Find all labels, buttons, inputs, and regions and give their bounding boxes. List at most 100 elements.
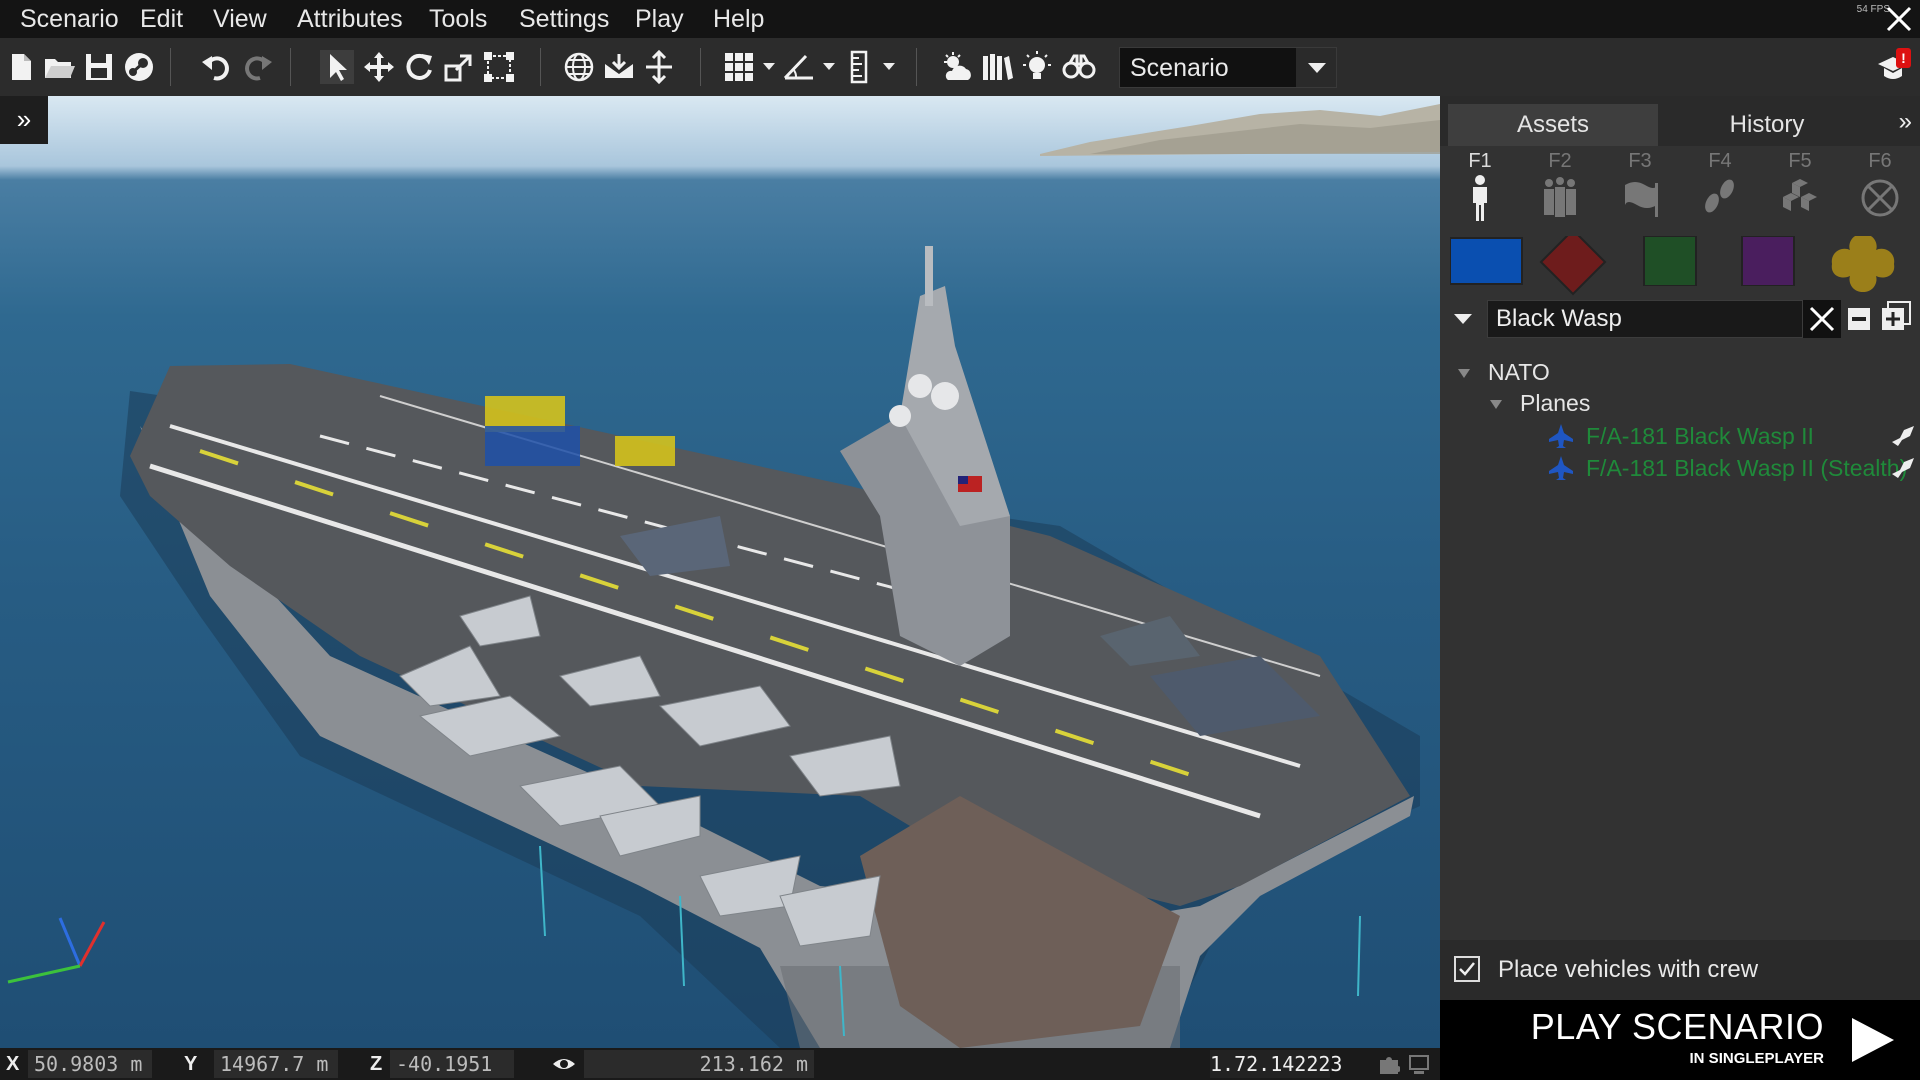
- chevron-down-icon[interactable]: [823, 63, 835, 70]
- chevron-down-icon[interactable]: [883, 63, 895, 70]
- status-bar: X 50.9803 m Y 14967.7 m Z -40.1951 m 213…: [0, 1048, 1440, 1080]
- weather-icon[interactable]: [940, 50, 974, 84]
- tree-category-label: Planes: [1520, 390, 1591, 416]
- vertical-icon[interactable]: [642, 49, 676, 85]
- toolbar-separator: [700, 48, 701, 86]
- tab-f2-groups[interactable]: F2: [1520, 146, 1600, 236]
- footsteps-icon: [1705, 179, 1734, 213]
- tab-f5-markers[interactable]: F5: [1760, 146, 1840, 236]
- chevron-down-icon[interactable]: [1446, 304, 1480, 334]
- flag-icon: [1625, 182, 1658, 217]
- play-scenario-button[interactable]: PLAY SCENARIO IN SINGLEPLAYER: [1440, 1000, 1920, 1080]
- lighting-icon[interactable]: [1020, 50, 1054, 84]
- crates-icon: [1783, 179, 1817, 211]
- assets-panel: Assets History » F1 F2 F3 F4 F5 F6 Black…: [1440, 96, 1920, 1000]
- ruler-icon[interactable]: [842, 50, 876, 84]
- open-folder-icon[interactable]: [42, 50, 76, 84]
- fkey-label: F2: [1548, 150, 1572, 172]
- menu-play[interactable]: Play: [627, 0, 692, 38]
- tab-f6-empty[interactable]: F6: [1840, 146, 1920, 236]
- menu-edit[interactable]: Edit: [132, 0, 191, 38]
- side-opfor-button[interactable]: [1536, 228, 1610, 296]
- crossed-circle-icon: [1861, 179, 1899, 217]
- surface-snap-icon[interactable]: [602, 50, 636, 84]
- mode-select[interactable]: Scenario: [1119, 47, 1337, 88]
- tab-f4-waypoints[interactable]: F4: [1680, 146, 1760, 236]
- new-file-icon[interactable]: [4, 50, 38, 84]
- z-coordinate-label: Z: [370, 1053, 383, 1075]
- crew-checkbox[interactable]: [1454, 956, 1480, 982]
- x-coordinate-value: 50.9803 m: [28, 1050, 152, 1078]
- tree-faction-nato[interactable]: NATO: [1458, 357, 1550, 387]
- toolbar-separator: [290, 48, 291, 86]
- menu-settings[interactable]: Settings: [511, 0, 617, 38]
- fkey-label: F1: [1468, 150, 1492, 172]
- axis-gizmo: [7, 917, 106, 984]
- close-icon[interactable]: [1882, 2, 1916, 36]
- area-icon[interactable]: [482, 50, 516, 84]
- group-icon: [1544, 177, 1576, 217]
- scene-viewport[interactable]: »: [0, 96, 1440, 1048]
- scene-render: [7, 104, 1440, 1048]
- menu-scenario[interactable]: Scenario: [12, 0, 127, 38]
- side-independent-button[interactable]: [1632, 235, 1706, 287]
- soldier-icon: [1473, 175, 1487, 221]
- side-blufor-button[interactable]: [1449, 236, 1524, 286]
- play-icon: [1848, 1016, 1896, 1064]
- close-icon[interactable]: [1803, 300, 1841, 338]
- tree-asset-item[interactable]: F/A-181 Black Wasp II (Stealth): [1440, 453, 1920, 483]
- y-coordinate-value: 14967.7 m: [214, 1050, 338, 1078]
- menu-tools[interactable]: Tools: [421, 0, 495, 38]
- x-coordinate-label: X: [6, 1053, 20, 1075]
- globe-icon[interactable]: [562, 50, 596, 84]
- crew-option-row: Place vehicles with crew: [1440, 940, 1920, 1000]
- menu-attributes[interactable]: Attributes: [289, 0, 411, 38]
- puzzle-icon[interactable]: [1378, 1054, 1401, 1076]
- side-empty-button[interactable]: [1826, 234, 1900, 292]
- menu-bar: Scenario Edit View Attributes Tools Sett…: [0, 0, 1920, 38]
- chevron-down-icon[interactable]: [1458, 369, 1470, 379]
- side-civilian-button[interactable]: [1730, 235, 1804, 287]
- alert-badge: !: [1896, 48, 1911, 68]
- tree-asset-label: F/A-181 Black Wasp II: [1586, 423, 1814, 449]
- play-scenario-title: PLAY SCENARIO: [1530, 1006, 1824, 1047]
- chevron-down-icon[interactable]: [1296, 48, 1336, 87]
- select-icon[interactable]: [320, 50, 354, 84]
- grid-icon[interactable]: [722, 50, 756, 84]
- chevron-down-icon[interactable]: [763, 63, 775, 70]
- tree-category-planes[interactable]: Planes: [1490, 388, 1590, 418]
- tree-asset-label: F/A-181 Black Wasp II (Stealth): [1586, 455, 1908, 481]
- scale-icon[interactable]: [442, 50, 476, 84]
- expand-panel-button[interactable]: »: [1899, 108, 1912, 136]
- rotate-icon[interactable]: [402, 50, 436, 84]
- steam-icon[interactable]: [122, 50, 156, 84]
- collapse-all-icon[interactable]: [1848, 308, 1870, 330]
- undo-icon[interactable]: [200, 50, 234, 84]
- tab-f1-units[interactable]: F1: [1440, 146, 1520, 236]
- save-icon[interactable]: [82, 50, 116, 84]
- mode-select-value: Scenario: [1130, 54, 1229, 82]
- tab-assets[interactable]: Assets: [1448, 104, 1658, 146]
- eye-icon: [552, 1054, 576, 1074]
- menu-view[interactable]: View: [205, 0, 275, 38]
- move-icon[interactable]: [362, 50, 396, 84]
- tab-history[interactable]: History: [1662, 104, 1872, 146]
- search-row: [1440, 296, 1920, 340]
- angle-icon[interactable]: [782, 50, 816, 84]
- z-coordinate-value: -40.1951 m: [390, 1050, 514, 1078]
- jet-icon: [1548, 423, 1574, 449]
- play-scenario-subtitle: IN SINGLEPLAYER: [1689, 1050, 1824, 1067]
- tab-f3-modules[interactable]: F3: [1600, 146, 1680, 236]
- library-icon[interactable]: [980, 50, 1014, 84]
- chevron-down-icon[interactable]: [1490, 400, 1502, 410]
- search-input[interactable]: [1487, 300, 1803, 338]
- redo-icon[interactable]: [240, 50, 274, 84]
- menu-help[interactable]: Help: [705, 0, 772, 38]
- expand-all-icon[interactable]: [1880, 300, 1912, 332]
- fkey-label: F4: [1708, 150, 1732, 172]
- fkey-label: F6: [1868, 150, 1892, 172]
- expand-left-panel-button[interactable]: »: [0, 96, 48, 144]
- monitor-icon[interactable]: [1408, 1054, 1430, 1076]
- tree-asset-item[interactable]: F/A-181 Black Wasp II: [1440, 421, 1920, 451]
- binoculars-icon[interactable]: [1062, 50, 1096, 84]
